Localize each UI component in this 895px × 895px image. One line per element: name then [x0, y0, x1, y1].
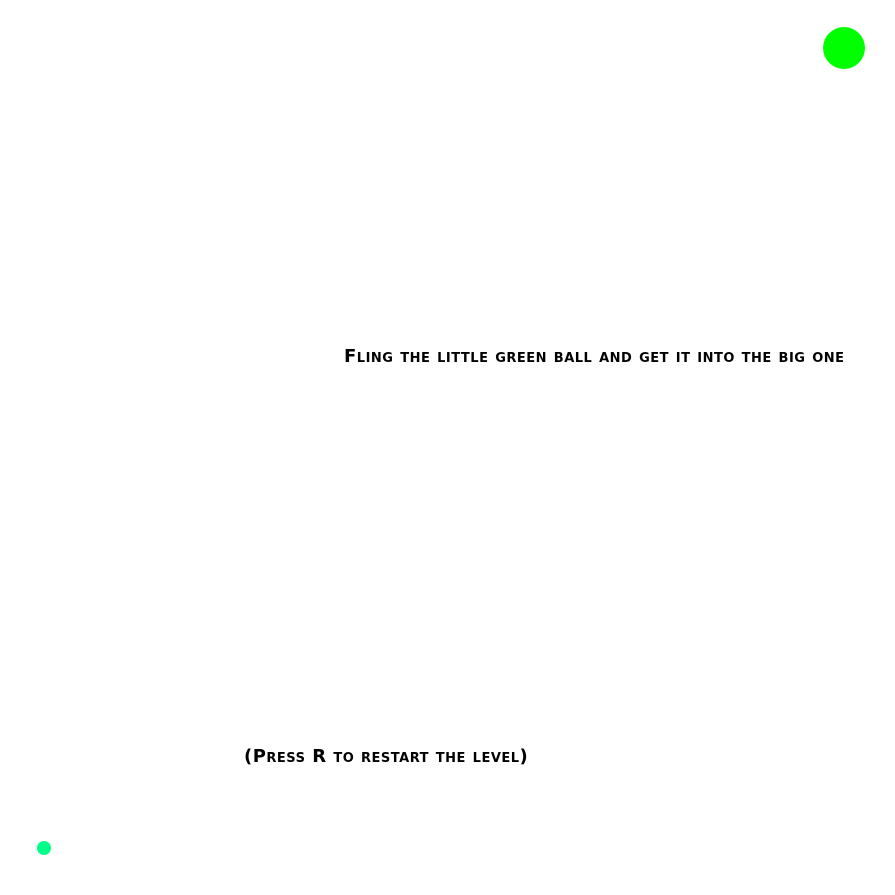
restart-hint-text: (Press R to restart the level): [244, 746, 529, 767]
player-ball[interactable]: [37, 841, 51, 855]
goal-ball: [823, 27, 865, 69]
instruction-text: Fling the little green ball and get it i…: [344, 346, 845, 367]
game-canvas[interactable]: Fling the little green ball and get it i…: [0, 0, 895, 895]
